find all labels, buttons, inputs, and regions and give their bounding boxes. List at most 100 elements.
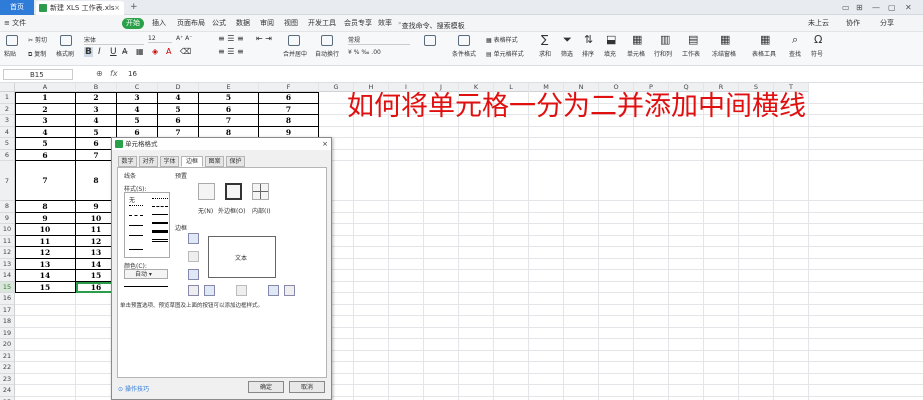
color-select[interactable]: 自动 ▾: [124, 269, 168, 279]
border-diag-up-button[interactable]: [188, 285, 199, 296]
table-cell[interactable]: 5: [199, 92, 259, 104]
row-header[interactable]: 21: [0, 350, 15, 362]
line-style-option[interactable]: [152, 230, 168, 233]
table-cell[interactable]: 7: [15, 161, 76, 201]
menu-review[interactable]: 审阅: [260, 15, 274, 32]
row-header[interactable]: 24: [0, 385, 15, 397]
worksheet-icon[interactable]: ▤: [688, 33, 698, 46]
collab-button[interactable]: 协作: [846, 15, 860, 32]
row-col-icon[interactable]: ▥: [660, 33, 670, 46]
line-style-option[interactable]: [152, 214, 168, 215]
column-header[interactable]: D: [158, 83, 199, 92]
border-bottom-button[interactable]: [188, 269, 199, 280]
menu-file[interactable]: ≡ 文件: [4, 15, 26, 32]
line-style-option[interactable]: [152, 198, 168, 199]
grow-font-icon[interactable]: A⁺ A⁻: [176, 35, 192, 42]
tab-pattern[interactable]: 图案: [205, 156, 224, 167]
font-select[interactable]: 宋体: [84, 35, 144, 45]
line-style-option[interactable]: [152, 222, 168, 224]
table-style-button[interactable]: ▦ 表格样式: [486, 35, 518, 44]
column-header[interactable]: C: [117, 83, 158, 92]
copy-button[interactable]: ⧉ 复制: [28, 49, 46, 59]
find-icon[interactable]: ⌕: [792, 33, 798, 47]
type-convert-icon[interactable]: [424, 35, 436, 46]
row-header[interactable]: 5: [0, 138, 15, 150]
strikethrough-icon[interactable]: A̶: [122, 47, 127, 56]
preset-none-button[interactable]: [198, 183, 215, 200]
menu-developer[interactable]: 开发工具: [308, 15, 336, 32]
eraser-icon[interactable]: ⌫: [180, 47, 191, 56]
fill-label[interactable]: 填充: [604, 49, 616, 58]
dialog-close-icon[interactable]: ×: [322, 138, 328, 150]
cut-button[interactable]: ✂ 剪切: [28, 35, 47, 44]
line-style-option[interactable]: [129, 205, 143, 206]
row-header[interactable]: 19: [0, 327, 15, 339]
freeze-label[interactable]: 冻结窗格: [712, 49, 736, 58]
menu-page-layout[interactable]: 页面布局: [177, 15, 205, 32]
merge-label[interactable]: 合并居中: [283, 49, 307, 58]
wrap-label[interactable]: 自动换行: [315, 49, 339, 58]
menu-insert[interactable]: 插入: [152, 15, 166, 32]
find-label[interactable]: 查找: [789, 49, 801, 58]
table-cell[interactable]: 8: [15, 201, 76, 213]
cond-format-label[interactable]: 条件格式: [452, 49, 476, 58]
format-painter-icon[interactable]: [60, 35, 72, 46]
maximize-icon[interactable]: ▢: [888, 0, 896, 15]
row-header[interactable]: 1: [0, 92, 15, 104]
tab-border[interactable]: 边框: [181, 156, 203, 167]
grid-icon[interactable]: ⊞: [856, 0, 863, 15]
border-left-button[interactable]: [204, 285, 215, 296]
row-header[interactable]: 6: [0, 149, 15, 161]
border-right-button[interactable]: [268, 285, 279, 296]
row-header[interactable]: 20: [0, 339, 15, 351]
row-header[interactable]: 10: [0, 224, 15, 236]
line-style-option[interactable]: [152, 206, 168, 207]
table-cell[interactable]: 7: [199, 115, 259, 127]
tab-protection[interactable]: 保护: [226, 156, 245, 167]
table-cell[interactable]: 5: [158, 103, 199, 115]
align-left-icon[interactable]: ≡ ☰ ≡: [218, 47, 244, 56]
table-cell[interactable]: 10: [15, 224, 76, 236]
row-header[interactable]: 17: [0, 304, 15, 316]
preset-inside-button[interactable]: [252, 183, 269, 200]
align-top-icon[interactable]: ≡ ☰ ≡: [218, 34, 244, 43]
line-style-option[interactable]: [129, 225, 143, 226]
table-cell[interactable]: 4: [15, 126, 76, 138]
tab-font[interactable]: 字体: [160, 156, 179, 167]
table-cell[interactable]: 9: [15, 212, 76, 224]
worksheet-label[interactable]: 工作表: [682, 49, 700, 58]
sum-icon[interactable]: ∑: [541, 33, 548, 46]
wrap-icon[interactable]: [321, 35, 333, 46]
row-header[interactable]: 7: [0, 161, 15, 201]
tab-home[interactable]: 首页: [0, 0, 34, 15]
table-cell[interactable]: 2: [15, 103, 76, 115]
table-cell[interactable]: 15: [15, 281, 76, 293]
filter-icon[interactable]: ⏷: [563, 33, 572, 47]
border-preview[interactable]: 文本: [208, 236, 276, 278]
line-style-option[interactable]: [129, 249, 143, 250]
line-style-option[interactable]: [129, 235, 143, 236]
ok-button[interactable]: 确定: [248, 381, 284, 393]
table-tools-icon[interactable]: ▦: [760, 33, 770, 46]
format-painter-label[interactable]: 格式刷: [56, 49, 74, 58]
merge-icon[interactable]: [288, 35, 300, 46]
table-cell[interactable]: 5: [15, 138, 76, 150]
line-style-none[interactable]: 无: [129, 195, 135, 204]
tips-link[interactable]: ⊙ 操作技巧: [118, 384, 149, 393]
menu-efficiency[interactable]: 效率: [378, 15, 392, 32]
indent-icon[interactable]: ⇤ ⇥: [256, 34, 272, 43]
cond-format-icon[interactable]: [458, 35, 470, 46]
share-button[interactable]: 分享: [880, 15, 894, 32]
row-header[interactable]: 13: [0, 258, 15, 270]
row-header[interactable]: 9: [0, 212, 15, 224]
number-format-select[interactable]: 常规: [348, 35, 410, 45]
cancel-button[interactable]: 取消: [289, 381, 325, 393]
sum-label[interactable]: 求和: [539, 49, 551, 58]
row-header[interactable]: 3: [0, 115, 15, 127]
fill-color-icon[interactable]: ◈: [152, 47, 158, 56]
freeze-icon[interactable]: ▦: [720, 33, 730, 46]
menu-member[interactable]: 会员专享: [344, 15, 372, 32]
row-header[interactable]: 18: [0, 316, 15, 328]
row-header[interactable]: 16: [0, 293, 15, 305]
tab-file[interactable]: 新建 XLS 工作表.xls ×: [36, 1, 124, 15]
